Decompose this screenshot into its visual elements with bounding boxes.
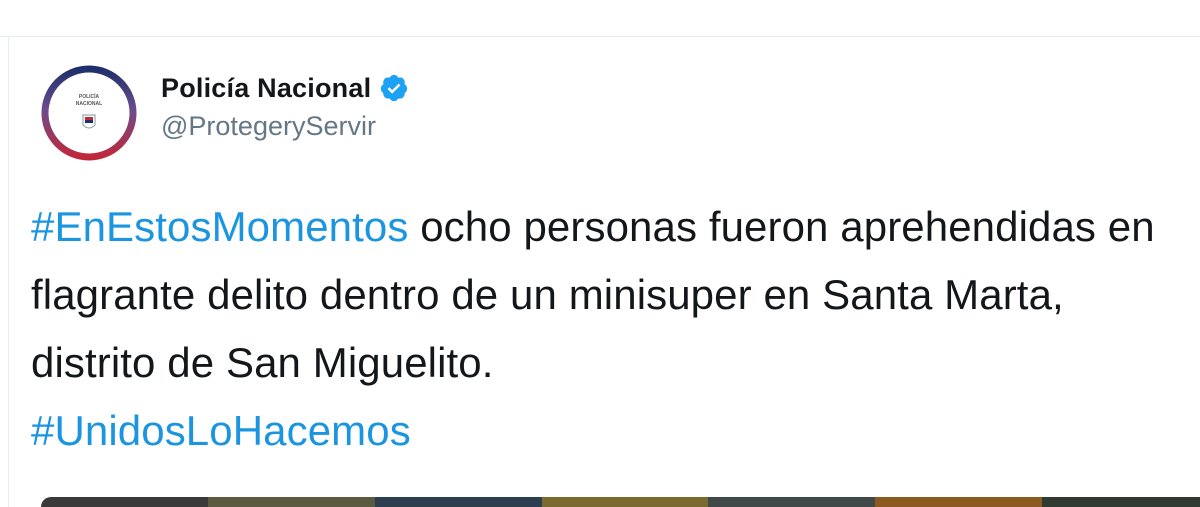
tweet-author[interactable]: Policía Nacional @ProtegeryServir [161,71,409,142]
police-shield-logo-icon: POLICÍA NACIONAL [41,65,137,161]
tweet-card[interactable]: POLICÍA NACIONAL Policía Nacional @Prote… [8,37,1200,507]
verified-badge-icon [379,73,409,103]
svg-text:POLICÍA: POLICÍA [79,92,100,100]
svg-text:NACIONAL: NACIONAL [76,101,102,107]
hashtag-link[interactable]: #UnidosLoHacemos [31,407,411,454]
hashtag-link[interactable]: #EnEstosMomentos [31,203,408,250]
author-display-name[interactable]: Policía Nacional [161,73,371,104]
tweet-media-preview[interactable] [41,497,1200,507]
tweet-body: #EnEstosMomentos ocho personas fueron ap… [31,193,1196,465]
profile-avatar[interactable]: POLICÍA NACIONAL [39,63,139,163]
top-divider-strip [0,0,1200,37]
author-handle[interactable]: @ProtegeryServir [161,111,409,142]
